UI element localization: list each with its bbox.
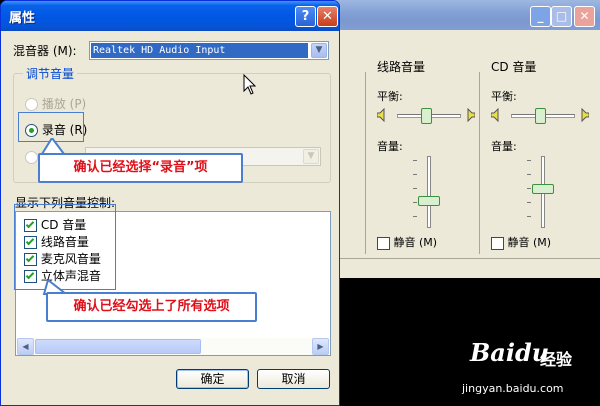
radio-label: 播放 (P) bbox=[41, 97, 87, 111]
mixer-label: 混音器 (M): bbox=[13, 44, 77, 58]
baidu-logo: Baidu bbox=[470, 338, 550, 367]
slider-tick bbox=[527, 202, 531, 203]
volume-slider-thumb[interactable] bbox=[532, 183, 554, 194]
right-speaker-icon bbox=[467, 108, 475, 122]
cancel-button[interactable]: 取消 bbox=[257, 369, 330, 389]
slider-tick bbox=[527, 174, 531, 175]
slider-tick bbox=[527, 216, 531, 217]
balance-slider-thumb[interactable] bbox=[535, 108, 546, 124]
mute-label: 静音 (M) bbox=[393, 236, 438, 249]
volume-label: 音量: bbox=[491, 140, 517, 153]
radio-button[interactable] bbox=[25, 151, 38, 164]
slider-tick bbox=[527, 160, 531, 161]
slider-tick bbox=[413, 202, 417, 203]
volume-slider[interactable] bbox=[427, 156, 431, 228]
line-volume-title: 线路音量 bbox=[377, 60, 426, 74]
watermark-brand: 经验 bbox=[540, 350, 573, 369]
properties-dialog: 属性 ? ✕ 混音器 (M): Realtek HD Audio Input ▼… bbox=[0, 0, 340, 406]
watermark-url: jingyan.baidu.com bbox=[462, 382, 564, 395]
slider-tick bbox=[527, 188, 531, 189]
checked-items-highlight bbox=[14, 204, 116, 290]
radio-button[interactable] bbox=[25, 98, 38, 111]
right-speaker-icon bbox=[581, 108, 589, 122]
adjust-volume-group-title: 调节音量 bbox=[23, 65, 78, 82]
chevron-down-icon[interactable]: ▼ bbox=[311, 43, 327, 58]
mute-label: 静音 (M) bbox=[507, 236, 552, 249]
horizontal-scrollbar[interactable]: ◀ ▶ bbox=[17, 338, 329, 355]
mouse-cursor-icon bbox=[243, 74, 257, 95]
mixer-device-value: Realtek HD Audio Input bbox=[91, 43, 308, 58]
slider-tick bbox=[413, 160, 417, 161]
radio-playback[interactable]: 播放 (P) bbox=[25, 95, 86, 112]
left-speaker-icon bbox=[491, 108, 499, 122]
column-divider bbox=[365, 72, 366, 254]
baidu-watermark: Baidu 经验 jingyan.baidu.com bbox=[462, 338, 600, 406]
volume-slider-thumb[interactable] bbox=[418, 196, 440, 207]
dialog-titlebar bbox=[1, 1, 339, 31]
line-volume-column: 线路音量 平衡: 音量: 静音 (M) bbox=[377, 56, 487, 256]
mixer-close-button[interactable]: ✕ bbox=[574, 6, 595, 27]
maximize-button[interactable]: □ bbox=[551, 6, 572, 27]
slider-tick bbox=[413, 188, 417, 189]
cd-volume-title: CD 音量 bbox=[491, 60, 537, 74]
balance-slider-thumb[interactable] bbox=[421, 108, 432, 124]
mixer-device-select[interactable]: Realtek HD Audio Input ▼ bbox=[89, 41, 329, 60]
scroll-right-icon[interactable]: ▶ bbox=[312, 338, 329, 355]
balance-label: 平衡: bbox=[491, 90, 517, 103]
close-button[interactable]: ✕ bbox=[317, 6, 338, 27]
minimize-button[interactable]: _ bbox=[530, 6, 551, 27]
mixer-status-bar bbox=[335, 258, 600, 278]
left-speaker-icon bbox=[377, 108, 385, 122]
cd-volume-column: CD 音量 平衡: 音量: 静音 (M) bbox=[491, 56, 600, 256]
scroll-left-icon[interactable]: ◀ bbox=[17, 338, 34, 355]
checkbox-box[interactable] bbox=[377, 236, 390, 250]
balance-label: 平衡: bbox=[377, 90, 403, 103]
mute-checkbox[interactable]: 静音 (M) bbox=[377, 234, 437, 250]
checkbox-box[interactable] bbox=[491, 236, 504, 250]
slider-tick bbox=[413, 216, 417, 217]
all-checked-callout: 确认已经勾选上了所有选项 bbox=[46, 292, 257, 322]
volume-label: 音量: bbox=[377, 140, 403, 153]
scrollbar-thumb[interactable] bbox=[35, 339, 201, 354]
chevron-down-icon[interactable]: ▼ bbox=[303, 149, 319, 164]
recording-callout: 确认已经选择“录音”项 bbox=[38, 153, 243, 183]
slider-tick bbox=[413, 174, 417, 175]
ok-button[interactable]: 确定 bbox=[176, 369, 249, 389]
dialog-title: 属性 bbox=[9, 11, 36, 26]
mute-checkbox[interactable]: 静音 (M) bbox=[491, 234, 551, 250]
help-button[interactable]: ? bbox=[295, 6, 316, 27]
volume-mixer-window: _ □ ✕ 线路音量 平衡: 音量: 静音 (M) CD 音量 平衡: 音量: bbox=[334, 0, 600, 278]
